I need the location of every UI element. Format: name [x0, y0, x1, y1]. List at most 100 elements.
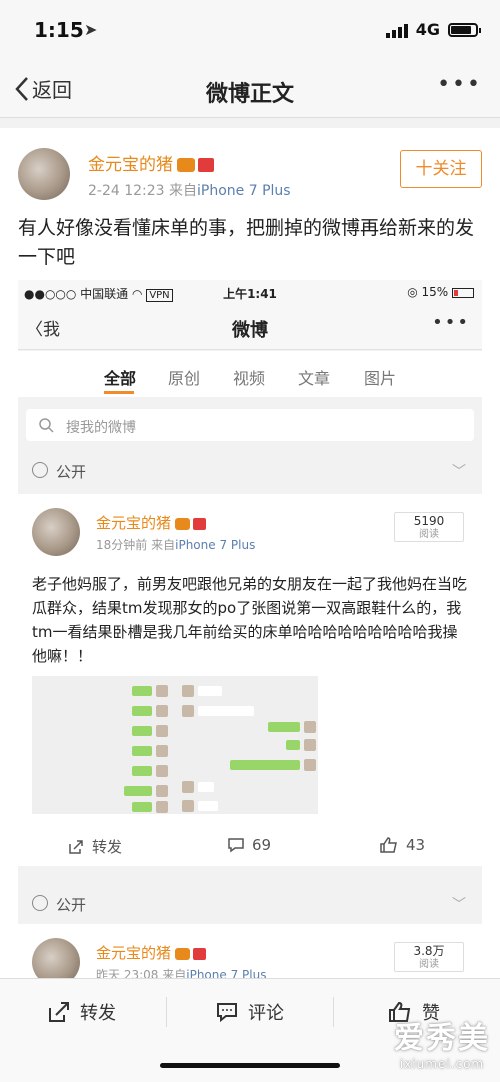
read-label: 阅读: [419, 529, 439, 540]
red-envelope-icon: [198, 158, 214, 172]
chat-bubble: [198, 801, 218, 811]
comment-icon: [228, 838, 244, 853]
read-count: 3.8万: [413, 944, 445, 958]
comment-label: 评论: [248, 1003, 284, 1024]
chat-avatar: [182, 800, 194, 812]
chat-avatar: [182, 781, 194, 793]
chat-avatar: [156, 785, 168, 797]
more-icon[interactable]: •••: [437, 72, 482, 97]
location-arrow-icon: ➤: [84, 20, 98, 39]
read-count: 5190: [413, 514, 445, 528]
embedded-comments: 69: [228, 836, 271, 854]
avatar: [32, 938, 80, 980]
chat-avatar: [156, 705, 168, 717]
embedded-post-card: 金元宝的猪 18分钟前 来自iPhone 7 Plus 5190 阅读 老子他妈…: [18, 494, 482, 866]
embedded-author-text: 金元宝的猪: [96, 944, 172, 962]
embedded-post-card: 金元宝的猪 昨天 23:08 来自iPhone 7 Plus 3.8万 阅读: [18, 924, 482, 980]
author-name[interactable]: 金元宝的猪: [88, 150, 214, 175]
embedded-status-bar: ●●○○○ 中国联通 ◠ VPN 上午1:41 ◎ 15%: [18, 280, 482, 304]
chat-avatar: [156, 745, 168, 757]
chat-screenshot-image: [32, 676, 318, 814]
network-label: 4G: [415, 20, 440, 39]
visibility-label: 公开: [56, 896, 87, 914]
search-placeholder: 搜我的微博: [66, 420, 136, 436]
share-icon: [69, 839, 83, 854]
tab-photos: 图片: [364, 369, 397, 388]
status-bar: 1:15 ➤ 4G: [0, 0, 500, 62]
tab-original: 原创: [168, 369, 201, 388]
battery-icon: [448, 22, 481, 37]
read-count-badge: 3.8万 阅读: [394, 942, 464, 972]
post-source: iPhone 7 Plus: [197, 183, 291, 199]
read-label: 阅读: [419, 959, 439, 970]
chat-avatar: [304, 721, 316, 733]
post-meta: 2-24 12:23 来自iPhone 7 Plus: [88, 180, 291, 200]
vip-badge-icon: [177, 158, 195, 172]
signal-icon: [385, 22, 408, 38]
post-card: 金元宝的猪 2-24 12:23 来自iPhone 7 Plus 十关注 有人好…: [0, 128, 500, 980]
read-count-badge: 5190 阅读: [394, 512, 464, 542]
bottom-action-bar: 转发 评论 赞 爱秀美 ixiumei.com: [0, 978, 500, 1082]
embedded-comment-count: 69: [252, 836, 272, 854]
status-time: 1:15: [34, 18, 84, 42]
red-envelope-icon: [193, 947, 207, 960]
page-title: 微博正文: [205, 82, 294, 107]
watermark-title: 爱秀美: [394, 1021, 490, 1056]
comment-button[interactable]: 评论: [216, 999, 284, 1025]
chat-bubble: [132, 746, 152, 756]
embedded-author: 金元宝的猪: [96, 942, 207, 963]
chat-bubble: [230, 760, 300, 770]
nav-bar: 返回 微博正文 •••: [0, 62, 500, 118]
globe-icon: [32, 895, 48, 911]
embedded-meta: 18分钟前 来自iPhone 7 Plus: [96, 536, 255, 553]
embedded-tabs: 全部 原创 视频 文章 图片: [18, 351, 482, 397]
chat-bubble: [132, 706, 152, 716]
repost-button[interactable]: 转发: [48, 999, 116, 1025]
embedded-source: iPhone 7 Plus: [175, 538, 256, 552]
embedded-author: 金元宝的猪: [96, 512, 207, 533]
embedded-likes: 43: [380, 836, 425, 854]
embedded-battery-percent: 15%: [421, 285, 449, 299]
embedded-time-ago: 18分钟前: [96, 538, 148, 552]
thumbs-up-icon: [380, 837, 397, 853]
share-icon: [49, 1002, 69, 1022]
chat-bubble: [198, 706, 254, 716]
tab-video: 视频: [233, 369, 266, 388]
tab-article: 文章: [298, 369, 331, 388]
tab-all: 全部: [104, 369, 137, 388]
author-name-text: 金元宝的猪: [88, 155, 173, 175]
chat-avatar: [304, 759, 316, 771]
watermark: 爱秀美 ixiumei.com: [394, 1013, 490, 1071]
chat-avatar: [182, 705, 194, 717]
embedded-repost-label: 转发: [92, 838, 123, 856]
chat-avatar: [156, 765, 168, 777]
post-image[interactable]: ●●○○○ 中国联通 ◠ VPN 上午1:41 ◎ 15% 〈我 微博 ••• …: [18, 280, 482, 980]
repost-label: 转发: [80, 1003, 116, 1024]
globe-icon: [32, 462, 48, 478]
chat-bubble: [198, 686, 222, 696]
source-prefix: 来自: [169, 183, 198, 199]
chevron-down-icon: ﹀: [452, 464, 466, 480]
home-indicator: [160, 1063, 340, 1068]
visibility-row: 公开 ﹀: [18, 453, 482, 489]
post-date: 2-24 12:23: [88, 183, 165, 199]
divider: [333, 997, 334, 1027]
search-icon: [39, 418, 54, 433]
visibility-row: 公开 ﹀: [18, 886, 482, 922]
vip-badge-icon: [175, 947, 191, 960]
chat-bubble: [132, 686, 152, 696]
chat-bubble: [286, 740, 300, 750]
chat-bubble: [132, 766, 152, 776]
avatar: [32, 508, 80, 556]
chat-bubble: [124, 786, 152, 796]
embedded-repost: 转发: [68, 836, 122, 857]
more-icon: •••: [432, 312, 470, 333]
chat-avatar: [156, 685, 168, 697]
embedded-like-count: 43: [406, 836, 426, 854]
chat-bubble: [198, 782, 214, 792]
chevron-down-icon: ﹀: [452, 897, 466, 913]
avatar[interactable]: [18, 148, 70, 200]
chat-avatar: [304, 739, 316, 751]
follow-button[interactable]: 十关注: [400, 150, 482, 188]
red-envelope-icon: [193, 517, 207, 530]
